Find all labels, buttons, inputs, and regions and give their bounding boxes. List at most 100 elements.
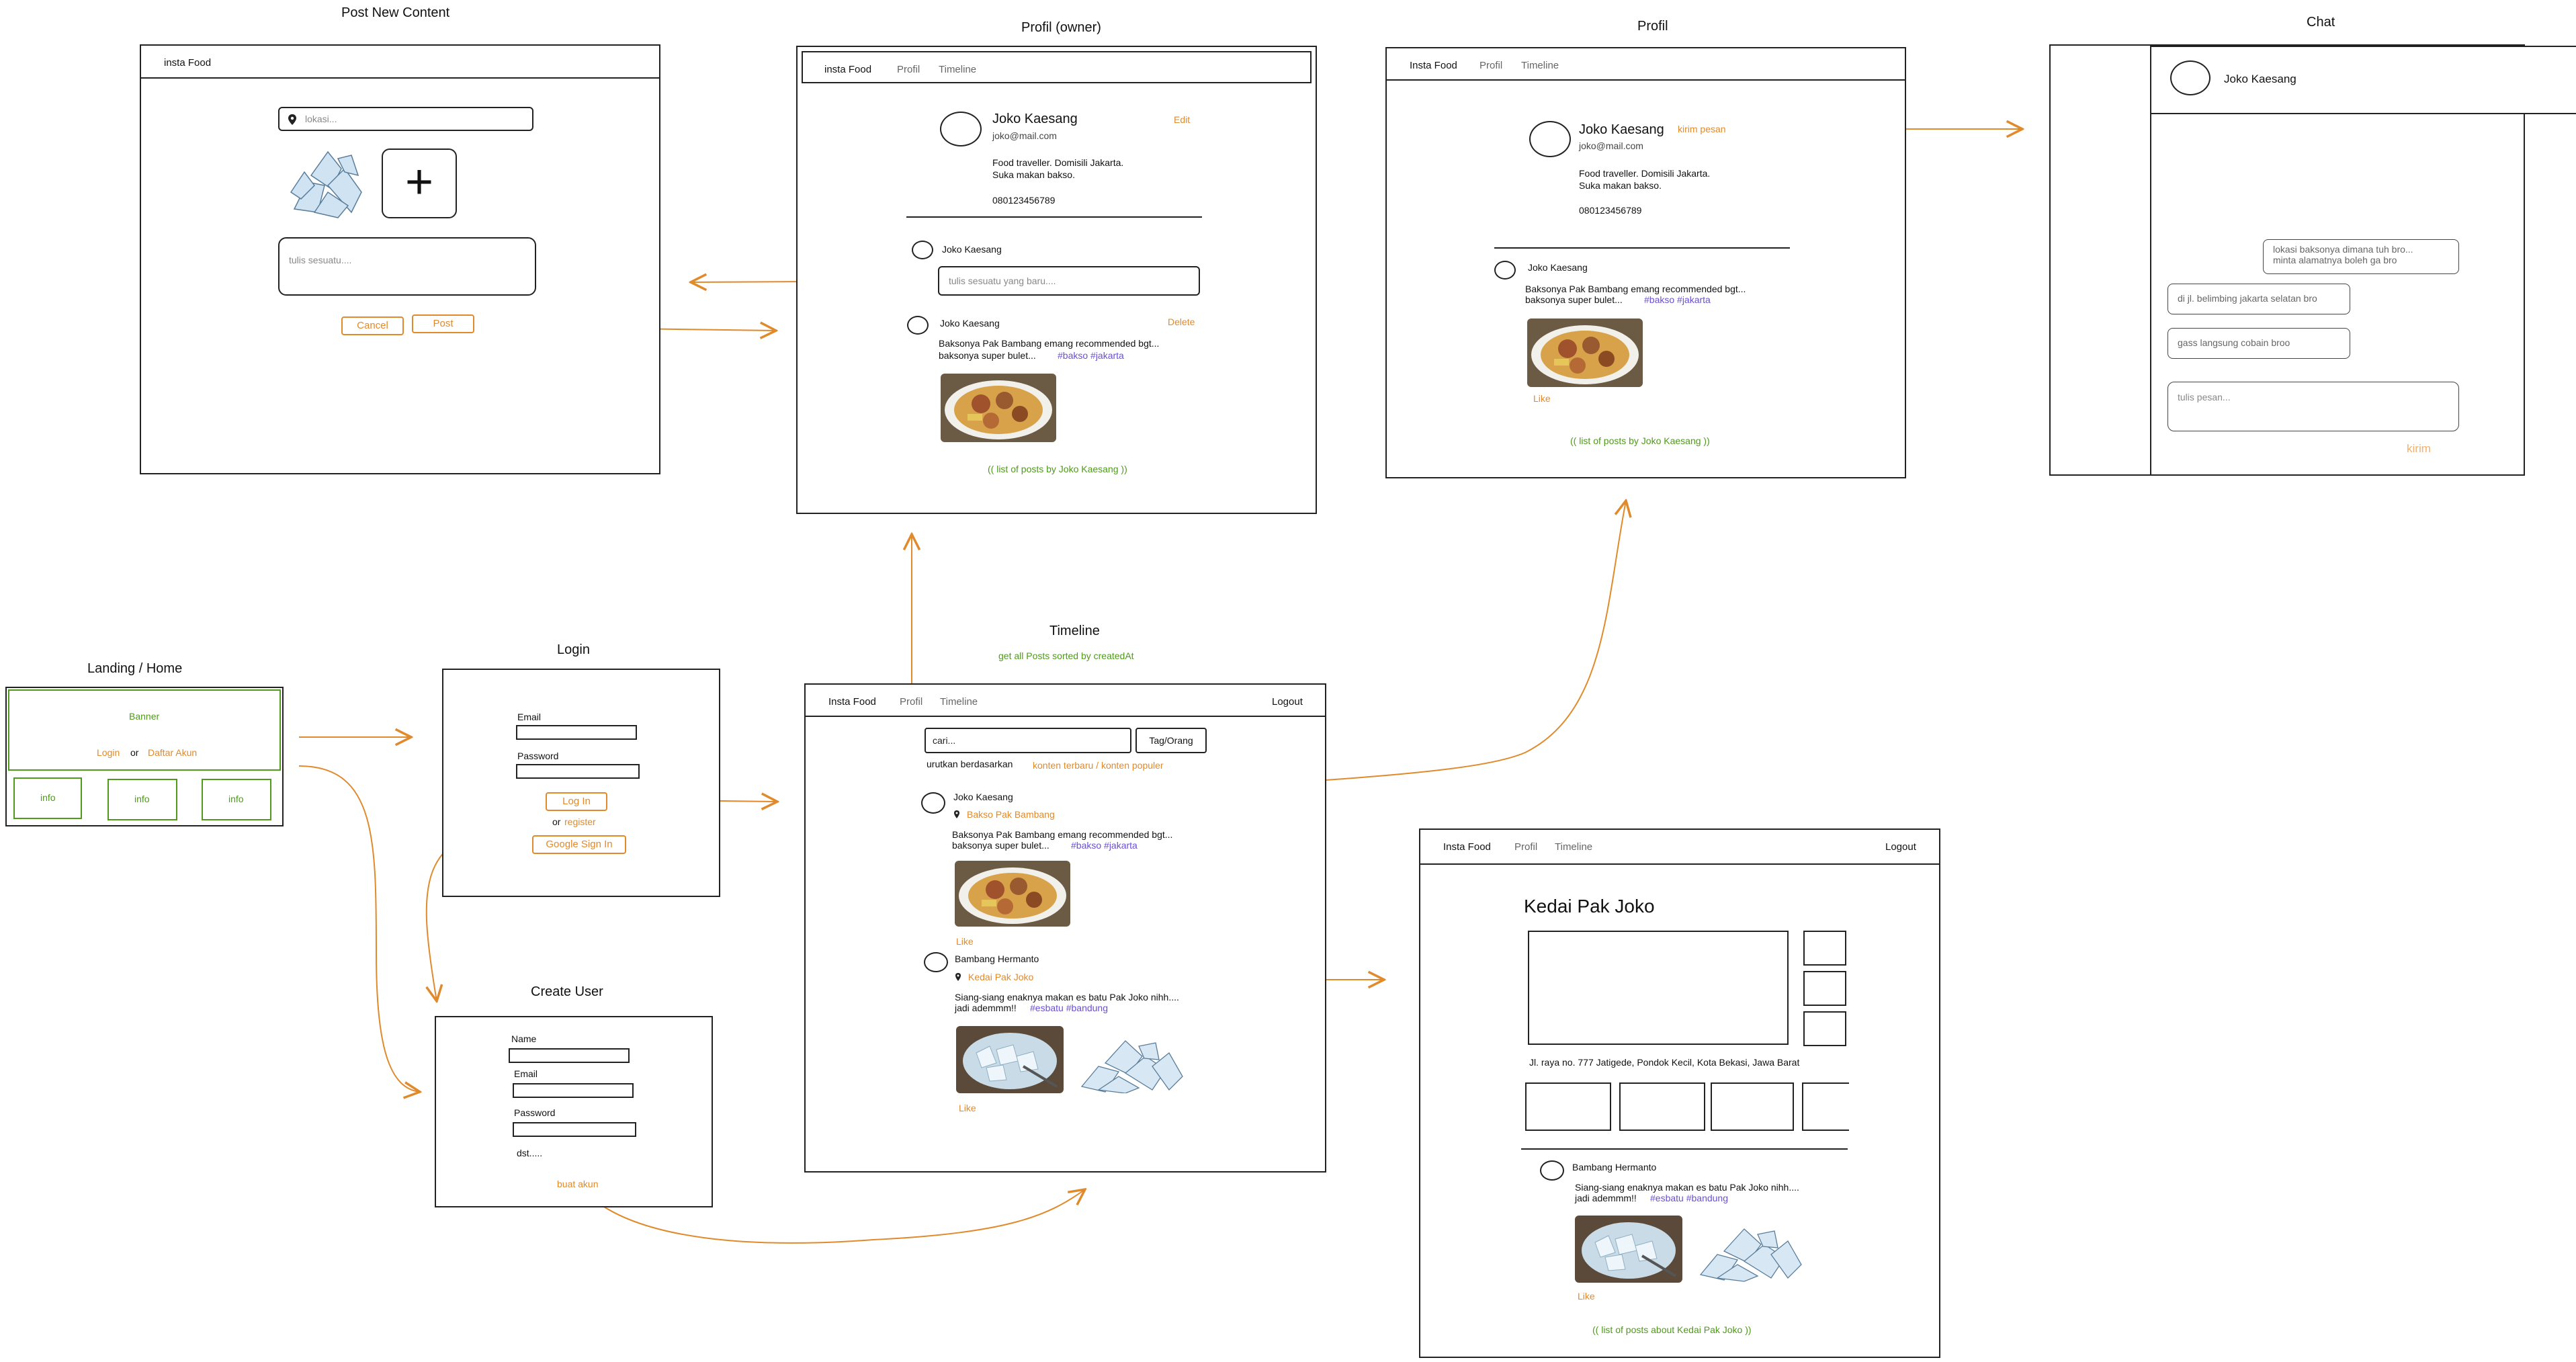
register-link[interactable]: register <box>564 816 596 827</box>
nav-timeline[interactable]: Timeline <box>940 696 978 708</box>
tag-person-toggle[interactable]: Tag/Orang <box>1135 728 1207 753</box>
nav-brand[interactable]: insta Food <box>824 64 871 75</box>
timeline-navbar: Insta Food Profil Timeline Logout <box>806 685 1325 717</box>
post-text-2: jadi ademmm!! <box>955 1003 1017 1013</box>
location-input[interactable]: lokasi... <box>278 107 533 131</box>
ice-photo[interactable] <box>1575 1216 1682 1283</box>
bakso-photo[interactable] <box>955 861 1070 927</box>
post-text-1: Siang-siang enaknya makan es batu Pak Jo… <box>955 992 1179 1003</box>
send-button[interactable]: kirim <box>2407 442 2431 456</box>
new-post-input[interactable]: tulis sesuatu yang baru.... <box>938 266 1200 296</box>
nav-timeline[interactable]: Timeline <box>1555 841 1592 853</box>
email-field[interactable] <box>513 1083 634 1098</box>
add-image-button[interactable]: + <box>382 148 457 218</box>
post-hashtags[interactable]: #bakso #jakarta <box>1071 840 1137 851</box>
send-message-link[interactable]: kirim pesan <box>1678 124 1726 134</box>
or-label: or <box>130 747 139 758</box>
post-text-1: Baksonya Pak Bambang emang recommended b… <box>939 338 1160 349</box>
profile-owner-navbar: insta Food Profil Timeline <box>802 51 1312 83</box>
gallery-photo[interactable] <box>1525 1082 1611 1131</box>
info-label: info <box>134 794 150 804</box>
login-button[interactable]: Log In <box>546 792 607 811</box>
chat-message-received: lokasi baksonya dimana tuh bro... minta … <box>2263 239 2459 274</box>
password-field[interactable] <box>516 764 640 779</box>
profile-phone: 080123456789 <box>1579 205 1642 216</box>
like-button[interactable]: Like <box>959 1103 976 1113</box>
post-user-name[interactable]: Joko Kaesang <box>953 792 1013 802</box>
post-hashtags[interactable]: #esbatu #bandung <box>1030 1003 1108 1013</box>
cancel-button[interactable]: Cancel <box>341 316 404 335</box>
post-location[interactable]: Kedai Pak Joko <box>968 972 1033 982</box>
title-landing: Landing / Home <box>87 661 183 676</box>
post-hashtags[interactable]: #esbatu #bandung <box>1650 1193 1728 1203</box>
profile-bio-1: Food traveller. Domisili Jakarta. <box>1579 168 1711 179</box>
nav-logout[interactable]: Logout <box>1272 696 1303 708</box>
nav-profil[interactable]: Profil <box>1514 841 1537 853</box>
post-new-frame: insta Food lokasi... + tulis sesuatu....… <box>140 44 660 474</box>
place-main-photo[interactable] <box>1528 931 1789 1045</box>
post-user-name[interactable]: Bambang Hermanto <box>1572 1162 1656 1173</box>
post-hashtags[interactable]: #bakso #jakarta <box>1058 350 1124 361</box>
nav-profil[interactable]: Profil <box>900 696 922 708</box>
post-text-input[interactable]: tulis sesuatu.... <box>278 237 536 296</box>
search-input[interactable]: cari... <box>925 728 1131 753</box>
register-link[interactable]: Daftar Akun <box>148 747 197 758</box>
create-user-frame: Name Email Password dst..... buat akun <box>435 1016 713 1207</box>
nav-logout[interactable]: Logout <box>1885 841 1916 853</box>
nav-brand[interactable]: Insta Food <box>828 696 876 708</box>
place-thumbnail[interactable] <box>1803 971 1846 1006</box>
google-signin-button[interactable]: Google Sign In <box>532 835 626 854</box>
password-field[interactable] <box>513 1122 636 1137</box>
post-user-name[interactable]: Bambang Hermanto <box>955 953 1039 964</box>
nav-brand[interactable]: Insta Food <box>1443 841 1491 853</box>
edit-link[interactable]: Edit <box>1174 114 1190 125</box>
login-link[interactable]: Login <box>97 747 120 758</box>
info-card: info <box>13 777 82 819</box>
gallery-photo[interactable] <box>1711 1082 1794 1131</box>
nav-timeline[interactable]: Timeline <box>939 64 976 75</box>
bakso-photo[interactable] <box>1527 318 1643 387</box>
ice-cubes-image[interactable] <box>1697 1221 1805 1283</box>
search-placeholder: cari... <box>933 735 956 746</box>
uploaded-ice-image[interactable] <box>288 145 367 219</box>
chat-message-input[interactable]: tulis pesan... <box>2167 382 2459 431</box>
nav-timeline[interactable]: Timeline <box>1521 60 1559 71</box>
ice-cubes-image[interactable] <box>1078 1033 1186 1094</box>
ice-photo[interactable] <box>956 1026 1064 1093</box>
post-button[interactable]: Post <box>412 314 474 333</box>
sort-options[interactable]: konten terbaru / konten populer <box>1033 760 1164 771</box>
gallery-photo[interactable] <box>1802 1082 1849 1131</box>
place-thumbnail[interactable] <box>1803 1011 1846 1046</box>
like-button[interactable]: Like <box>1533 393 1551 404</box>
profile-name: Joko Kaesang <box>1579 122 1664 137</box>
profile-name: Joko Kaesang <box>992 112 1078 126</box>
email-field[interactable] <box>516 725 637 740</box>
gallery-photo[interactable] <box>1619 1082 1705 1131</box>
place-thumbnail[interactable] <box>1803 931 1846 966</box>
title-login: Login <box>557 642 590 657</box>
post-new-navbar: insta Food <box>141 46 659 79</box>
profile-owner-frame: insta Food Profil Timeline Joko Kaesang … <box>796 46 1317 514</box>
nav-profil[interactable]: Profil <box>1479 60 1502 71</box>
avatar <box>940 112 982 146</box>
nav-brand[interactable]: insta Food <box>164 57 211 69</box>
arrow-landing-to-create <box>298 765 420 1092</box>
chat-header: Joko Kaesang <box>2150 46 2576 114</box>
login-frame: Email Password Log In or register Google… <box>442 669 720 897</box>
title-chat: Chat <box>2307 15 2335 30</box>
bakso-photo[interactable] <box>941 374 1056 442</box>
profile-frame: Insta Food Profil Timeline Joko Kaesang … <box>1385 47 1906 478</box>
delete-link[interactable]: Delete <box>1168 316 1195 327</box>
create-account-button[interactable]: buat akun <box>557 1179 599 1189</box>
nav-profil[interactable]: Profil <box>897 64 920 75</box>
post-text-2: baksonya super bulet... <box>1525 294 1623 305</box>
like-button[interactable]: Like <box>956 936 974 947</box>
nav-brand[interactable]: Insta Food <box>1410 60 1457 71</box>
like-button[interactable]: Like <box>1578 1291 1595 1302</box>
sort-label: urutkan berdasarkan <box>927 759 1013 769</box>
title-create-user: Create User <box>531 984 603 999</box>
chat-contact-name: Joko Kaesang <box>2224 73 2296 85</box>
post-location[interactable]: Bakso Pak Bambang <box>967 809 1055 820</box>
post-hashtags[interactable]: #bakso #jakarta <box>1644 294 1711 305</box>
name-field[interactable] <box>509 1048 630 1063</box>
